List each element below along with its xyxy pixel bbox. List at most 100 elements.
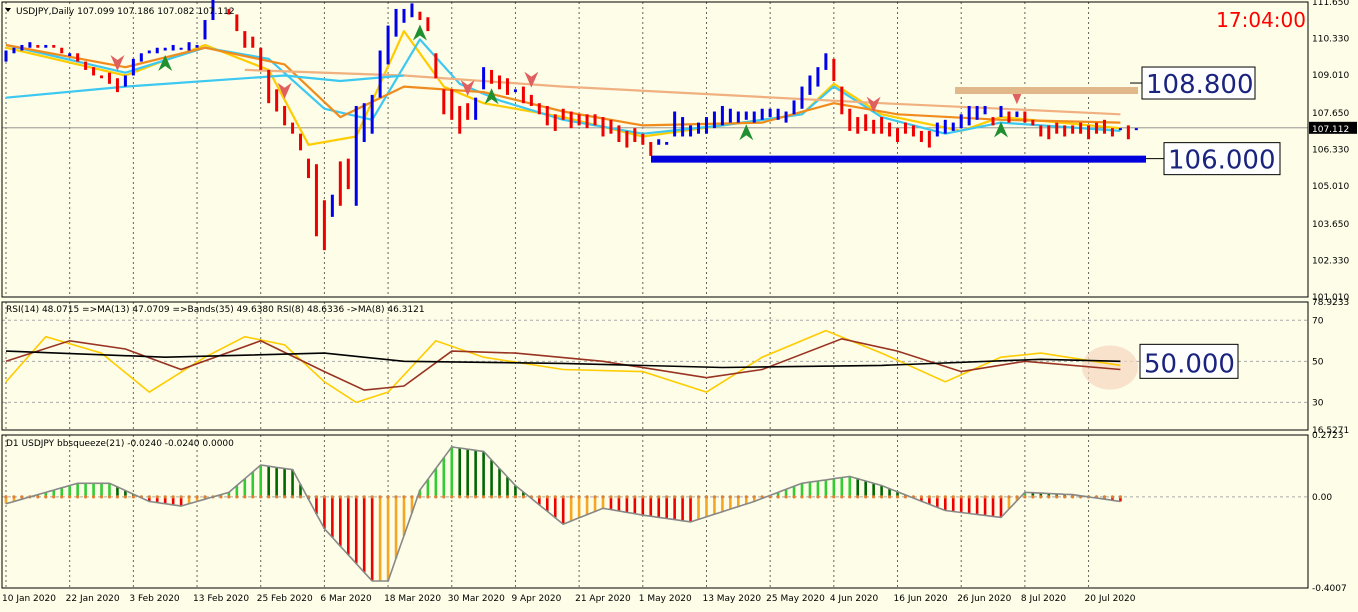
price-bar [84,61,88,70]
price-bar [147,50,151,54]
osc-zero-dot [195,495,199,499]
osc-zero-dot [688,495,693,499]
osc-zero-dot [808,495,812,499]
price-bar [999,105,1003,118]
price-bar [768,108,772,118]
osc-zero-dot [115,495,120,499]
osc-zero-dot [458,495,462,499]
osc-zero-dot [832,495,836,499]
price-bar [529,94,533,106]
price-bar [378,50,382,98]
osc-zero-dot [840,495,844,499]
price-bar [633,128,637,143]
price-bar [585,114,589,129]
osc-zero-dot [123,495,127,499]
price-bar [1023,111,1027,123]
price-bar [203,20,207,40]
osc-zero-dot [1007,495,1011,499]
osc-zero-dot [585,495,589,499]
price-bar [195,44,199,48]
collapse-triangle-icon[interactable] [5,8,11,12]
resistance-zone [955,87,1138,95]
osc-zero-dot [346,495,350,499]
price-bar [808,75,812,95]
price-bar [402,8,406,23]
price-bar [426,17,430,32]
rsi-y-tick-label: 30 [1312,398,1324,408]
price-bar [434,53,438,79]
price-bar [370,94,374,134]
x-tick-label: 20 Jul 2020 [1085,594,1136,604]
price-bar [975,105,979,120]
price-bar [12,47,16,54]
osc-zero-dot [426,495,430,499]
x-tick-label: 6 Mar 2020 [320,594,372,604]
price-bar [4,50,8,62]
osc-zero-dot [474,495,478,499]
price-bar [1031,119,1035,126]
price-bar [251,36,255,48]
price-bar [20,44,24,51]
price-bar [577,114,581,126]
price-bar [52,44,56,48]
rsi-y-tick-label: 78.9233 [1312,298,1349,308]
price-bar [1007,111,1011,123]
osc-zero-dot [720,495,725,499]
x-tick-label: 8 Jul 2020 [1021,594,1066,604]
level-label-108800: 108.800 [1146,70,1254,100]
price-bar [386,25,390,65]
osc-zero-dot [1039,495,1043,499]
price-bar [704,117,708,134]
osc-zero-dot [816,495,820,499]
price-bar [760,108,764,120]
price-bar [1102,119,1106,134]
osc-zero-dot [681,495,685,499]
price-bar [872,119,876,134]
price-bar [784,111,788,123]
price-bar [235,14,239,32]
price-bar [856,117,860,134]
osc-zero-dot [577,495,581,499]
osc-zero-dot [1023,495,1027,499]
osc-zero-dot [235,495,239,499]
osc-zero-dot [298,495,303,499]
osc-zero-dot [362,495,366,499]
clock: 17:04:00 [1216,8,1306,32]
price-bar [991,117,995,126]
osc-zero-dot [673,495,677,499]
y-tick-label: 106.330 [1312,146,1349,156]
osc-zero-dot [864,495,868,499]
osc-zero-dot [593,495,597,499]
osc-zero-dot [800,495,804,499]
osc-zero-dot [227,495,231,499]
price-bar [1063,125,1067,137]
price-bar [354,105,358,206]
price-bar [816,67,820,87]
osc-zero-dot [553,495,557,499]
osc-zero-dot [927,495,931,499]
price-bar [306,158,310,179]
osc-zero-dot [545,495,549,499]
osc-zero-dot [975,495,979,499]
osc-zero-dot [99,495,104,499]
osc-zero-dot [450,495,454,499]
chart-root: 108.800 106.000 50.000 10 Jan 2020 22 Jan 2… [0,0,1358,608]
price-bar [609,119,613,134]
osc-zero-dot [991,495,995,499]
osc-zero-dot [641,495,645,499]
osc-zero-dot [776,495,780,499]
osc-zero-dot [482,495,486,499]
y-tick-label: 102.330 [1312,256,1349,266]
osc-zero-dot [999,495,1003,499]
price-bar [601,117,605,137]
price-bar [68,53,72,57]
price-bar [513,89,517,93]
osc-zero-dot [44,495,48,499]
osc-zero-dot [649,495,653,499]
current-price-text: 107.112 [1312,125,1349,135]
price-bar [107,72,111,84]
price-bar [593,114,597,126]
osc-zero-dot [370,495,374,499]
price-bar [824,53,828,70]
x-tick-label: 3 Feb 2020 [129,594,180,604]
